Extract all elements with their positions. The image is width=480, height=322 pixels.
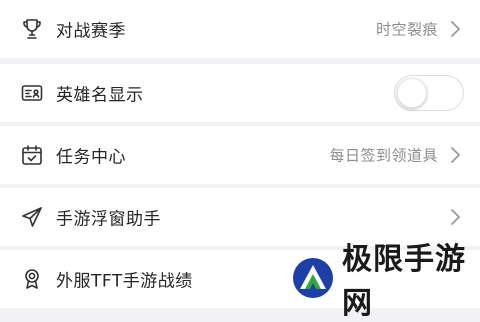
calendar-check-icon	[20, 143, 44, 167]
settings-item-label: 英雄名显示	[56, 85, 144, 106]
site-logo	[290, 255, 336, 301]
settings-item-hero-name-display: 英雄名显示	[0, 64, 480, 122]
watermark-text: 极限手游网	[342, 242, 466, 321]
site-watermark: 极限手游网	[290, 242, 480, 321]
settings-item-value: 时空裂痕	[375, 20, 438, 39]
settings-item-season[interactable]: 对战赛季 时空裂痕	[0, 0, 480, 58]
chevron-right-icon	[448, 145, 462, 165]
settings-item-task-center[interactable]: 任务中心 每日签到领道具	[0, 126, 480, 184]
settings-item-label: 外服TFT手游战绩	[56, 271, 193, 292]
hero-name-toggle[interactable]	[394, 75, 464, 111]
settings-item-label: 任务中心	[56, 147, 126, 168]
settings-item-label: 手游浮窗助手	[56, 209, 161, 230]
paper-plane-icon	[20, 205, 44, 229]
trophy-icon	[20, 17, 44, 41]
chevron-right-icon	[448, 19, 462, 39]
settings-item-label: 对战赛季	[56, 21, 126, 42]
id-card-icon	[20, 81, 44, 105]
toggle-knob	[397, 78, 427, 108]
medal-icon	[20, 267, 44, 291]
chevron-right-icon	[448, 207, 462, 227]
settings-item-value: 每日签到领道具	[329, 146, 438, 165]
